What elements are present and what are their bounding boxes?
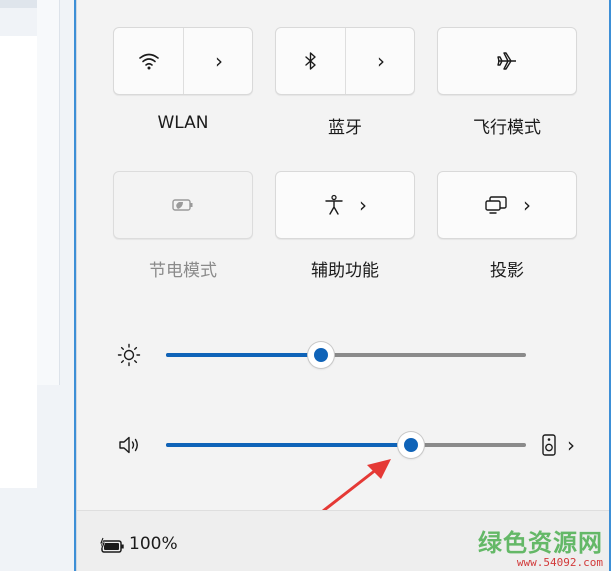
tile-label-battery-saver: 节电模式 (149, 261, 217, 281)
volume-slider-thumb[interactable] (397, 432, 424, 458)
bluetooth-icon (304, 52, 316, 70)
tile-label-wlan: WLAN (157, 113, 209, 133)
tile-label-airplane: 飞行模式 (473, 118, 541, 138)
tile-bluetooth: › (275, 27, 415, 95)
quick-settings-panel: › WLAN › 蓝牙 飞行模式 节电模式 › 辅助功能 › 投影 › 100% (76, 0, 611, 571)
volume-slider[interactable] (166, 443, 526, 447)
background-column (37, 0, 60, 385)
volume-slider-fill (166, 443, 411, 447)
audio-output-button[interactable]: › (541, 431, 585, 459)
tile-label-accessibility: 辅助功能 (311, 261, 379, 281)
chevron-right-icon: › (215, 49, 223, 73)
accessibility-icon (325, 194, 343, 215)
chevron-right-icon: › (359, 193, 367, 217)
battery-percentage: 100% (129, 534, 178, 554)
tile-project[interactable]: › (437, 171, 577, 239)
wlan-toggle-button[interactable] (114, 28, 183, 94)
tile-wlan: › (113, 27, 253, 95)
tile-label-project: 投影 (490, 261, 524, 281)
wlan-expand-button[interactable]: › (184, 28, 254, 94)
brightness-slider-fill (166, 353, 321, 357)
watermark-text: 绿色资源网 (478, 529, 603, 557)
tile-accessibility[interactable]: › (275, 171, 415, 239)
brightness-slider[interactable] (166, 353, 526, 357)
tile-battery-saver[interactable] (113, 171, 253, 239)
background-pane (0, 36, 37, 488)
speaker-icon[interactable] (117, 434, 143, 456)
battery-charging-icon (99, 537, 124, 553)
chevron-right-icon: › (377, 49, 385, 73)
chevron-right-icon: › (523, 193, 531, 217)
chevron-right-icon: › (567, 433, 575, 457)
battery-saver-icon (172, 199, 193, 211)
tile-airplane-mode[interactable] (437, 27, 577, 95)
project-icon (485, 196, 507, 214)
bluetooth-toggle-button[interactable] (276, 28, 345, 94)
brightness-icon (117, 343, 141, 367)
annotation-arrow (321, 459, 391, 513)
brightness-slider-thumb[interactable] (307, 342, 334, 368)
background-window (0, 0, 76, 571)
wifi-icon (138, 53, 159, 70)
speaker-device-icon (542, 434, 556, 456)
bluetooth-expand-button[interactable]: › (346, 28, 416, 94)
watermark: 绿色资源网 www.54092.com (478, 523, 603, 569)
tile-label-bluetooth: 蓝牙 (328, 118, 362, 138)
airplane-icon (497, 52, 516, 70)
